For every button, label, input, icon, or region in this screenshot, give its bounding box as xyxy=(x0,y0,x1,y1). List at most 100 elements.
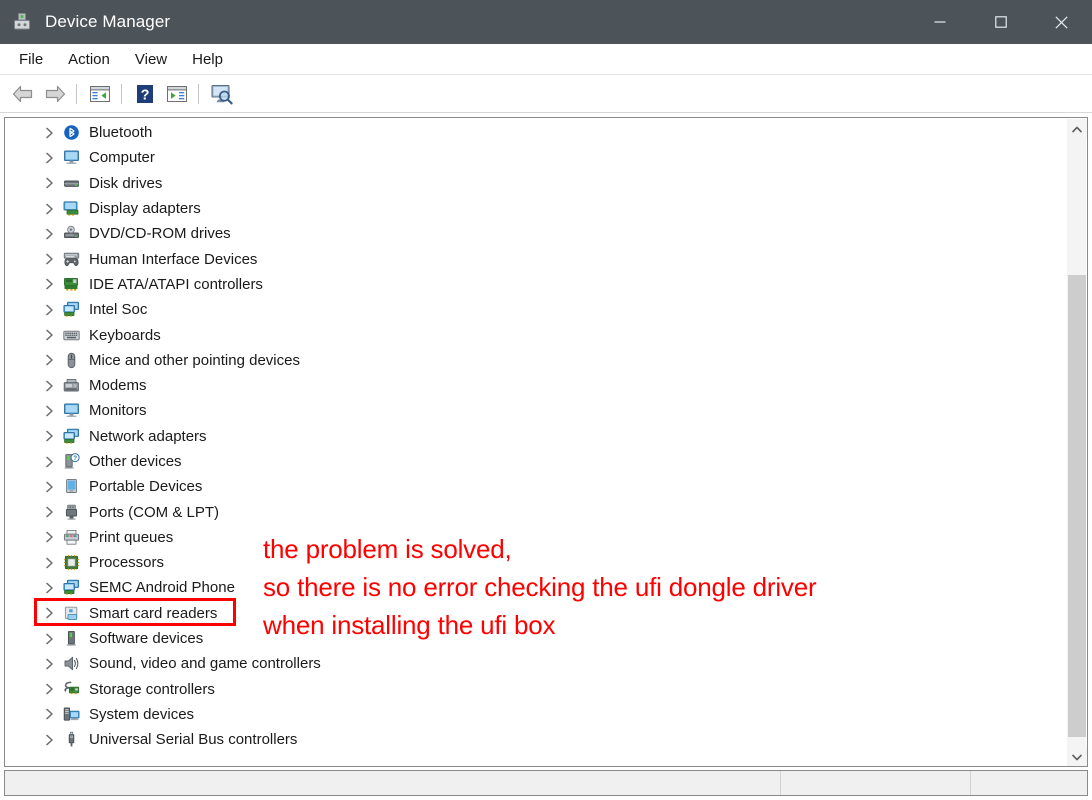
dvd-drive-icon xyxy=(63,225,80,242)
menu-view[interactable]: View xyxy=(124,48,178,71)
device-tree-panel: Bluetooth Computer Disk drives Display adap… xyxy=(4,117,1088,767)
hid-gamepad-icon xyxy=(63,251,80,268)
scrollbar-thumb[interactable] xyxy=(1068,275,1086,737)
forward-button[interactable] xyxy=(40,79,70,109)
tree-row[interactable]: Portable Devices xyxy=(5,474,1065,499)
tree-row[interactable]: System devices xyxy=(5,702,1065,727)
chevron-right-icon[interactable] xyxy=(41,555,57,571)
tree-item-label: Storage controllers xyxy=(89,680,215,698)
chevron-right-icon[interactable] xyxy=(41,150,57,166)
tree-row[interactable]: Display adapters xyxy=(5,196,1065,221)
tree-item-label: Sound, video and game controllers xyxy=(89,655,321,673)
keyboard-icon xyxy=(63,327,80,344)
toolbar: ? xyxy=(0,75,1092,113)
tree-item-label: Universal Serial Bus controllers xyxy=(89,731,298,749)
storage-controller-icon xyxy=(63,681,80,698)
tree-item-label: Intel Soc xyxy=(89,301,148,319)
android-phone-adapter-icon xyxy=(63,579,80,596)
chevron-right-icon[interactable] xyxy=(41,605,57,621)
maximize-button[interactable] xyxy=(970,0,1031,44)
menu-action[interactable]: Action xyxy=(57,48,121,71)
tree-row[interactable]: Storage controllers xyxy=(5,677,1065,702)
tree-item-label: Smart card readers xyxy=(89,604,218,622)
status-segment-2 xyxy=(781,771,971,795)
port-connector-icon xyxy=(63,504,80,521)
tree-row[interactable]: Keyboards xyxy=(5,322,1065,347)
annotation-note-line-1: the problem is solved, xyxy=(263,534,512,564)
chevron-right-icon[interactable] xyxy=(41,327,57,343)
back-button[interactable] xyxy=(8,79,38,109)
tree-row[interactable]: Bluetooth xyxy=(5,120,1065,145)
chevron-right-icon[interactable] xyxy=(41,276,57,292)
chevron-right-icon[interactable] xyxy=(41,504,57,520)
vertical-scrollbar[interactable] xyxy=(1066,119,1087,766)
properties-button[interactable] xyxy=(162,79,192,109)
help-button[interactable]: ? xyxy=(130,79,160,109)
tree-row[interactable]: Network adapters xyxy=(5,424,1065,449)
chevron-right-icon[interactable] xyxy=(41,732,57,748)
chevron-right-icon[interactable] xyxy=(41,428,57,444)
tree-row[interactable]: Universal Serial Bus controllers xyxy=(5,727,1065,752)
chevron-right-icon[interactable] xyxy=(41,403,57,419)
window-title: Device Manager xyxy=(45,12,171,31)
chevron-right-icon[interactable] xyxy=(41,529,57,545)
scroll-up-button[interactable] xyxy=(1067,119,1087,139)
tree-row[interactable]: Sound, video and game controllers xyxy=(5,651,1065,676)
close-button[interactable] xyxy=(1031,0,1092,44)
tree-item-label: Bluetooth xyxy=(89,124,153,142)
tree-row[interactable]: ? Other devices xyxy=(5,449,1065,474)
device-tree-list: Bluetooth Computer Disk drives Display adap… xyxy=(5,120,1065,752)
annotation-note-line-3: when installing the ufi box xyxy=(263,610,556,640)
tree-item-label: Network adapters xyxy=(89,427,207,445)
title-bar: Device Manager xyxy=(0,0,1092,44)
chevron-right-icon[interactable] xyxy=(41,681,57,697)
bluetooth-icon xyxy=(63,124,80,141)
tree-item-label: Print queues xyxy=(89,528,174,546)
chevron-right-icon[interactable] xyxy=(41,352,57,368)
tree-row[interactable]: Monitors xyxy=(5,398,1065,423)
tree-row[interactable]: Intel Soc xyxy=(5,297,1065,322)
chevron-right-icon[interactable] xyxy=(41,656,57,672)
tree-item-label: Processors xyxy=(89,554,165,572)
tree-row[interactable]: Mice and other pointing devices xyxy=(5,348,1065,373)
network-adapter-icon xyxy=(63,428,80,445)
display-adapter-icon xyxy=(63,200,80,217)
tree-row[interactable]: IDE ATA/ATAPI controllers xyxy=(5,272,1065,297)
portable-device-icon xyxy=(63,478,80,495)
printer-icon xyxy=(63,529,80,546)
svg-text:?: ? xyxy=(73,455,77,462)
minimize-button[interactable] xyxy=(909,0,970,44)
tree-row[interactable]: Ports (COM & LPT) xyxy=(5,499,1065,524)
toolbar-separator-1 xyxy=(76,83,77,104)
chevron-right-icon[interactable] xyxy=(41,631,57,647)
chevron-right-icon[interactable] xyxy=(41,580,57,596)
scroll-down-button[interactable] xyxy=(1067,747,1087,766)
chevron-right-icon[interactable] xyxy=(41,454,57,470)
other-devices-question-icon: ? xyxy=(63,453,80,470)
chevron-right-icon[interactable] xyxy=(41,125,57,141)
tree-row[interactable]: Print queues xyxy=(5,525,1065,550)
tree-item-label: IDE ATA/ATAPI controllers xyxy=(89,275,263,293)
tree-row[interactable]: Disk drives xyxy=(5,171,1065,196)
tree-row[interactable]: Computer xyxy=(5,145,1065,170)
show-console-tree-button[interactable] xyxy=(85,79,115,109)
chevron-right-icon[interactable] xyxy=(41,378,57,394)
chevron-right-icon[interactable] xyxy=(41,302,57,318)
network-card-icon xyxy=(63,301,80,318)
device-manager-icon xyxy=(12,12,32,32)
tree-row[interactable]: Human Interface Devices xyxy=(5,246,1065,271)
scan-hardware-changes-button[interactable] xyxy=(207,79,237,109)
menu-help[interactable]: Help xyxy=(181,48,234,71)
chevron-right-icon[interactable] xyxy=(41,226,57,242)
tree-item-label: Keyboards xyxy=(89,326,161,344)
tree-row[interactable]: DVD/CD-ROM drives xyxy=(5,221,1065,246)
chevron-right-icon[interactable] xyxy=(41,706,57,722)
chevron-right-icon[interactable] xyxy=(41,201,57,217)
tree-row[interactable]: Modems xyxy=(5,373,1065,398)
chevron-right-icon[interactable] xyxy=(41,175,57,191)
chevron-right-icon[interactable] xyxy=(41,251,57,267)
chevron-right-icon[interactable] xyxy=(41,479,57,495)
menu-file[interactable]: File xyxy=(8,48,54,71)
system-device-icon xyxy=(63,706,80,723)
tree-item-label: Mice and other pointing devices xyxy=(89,351,300,369)
